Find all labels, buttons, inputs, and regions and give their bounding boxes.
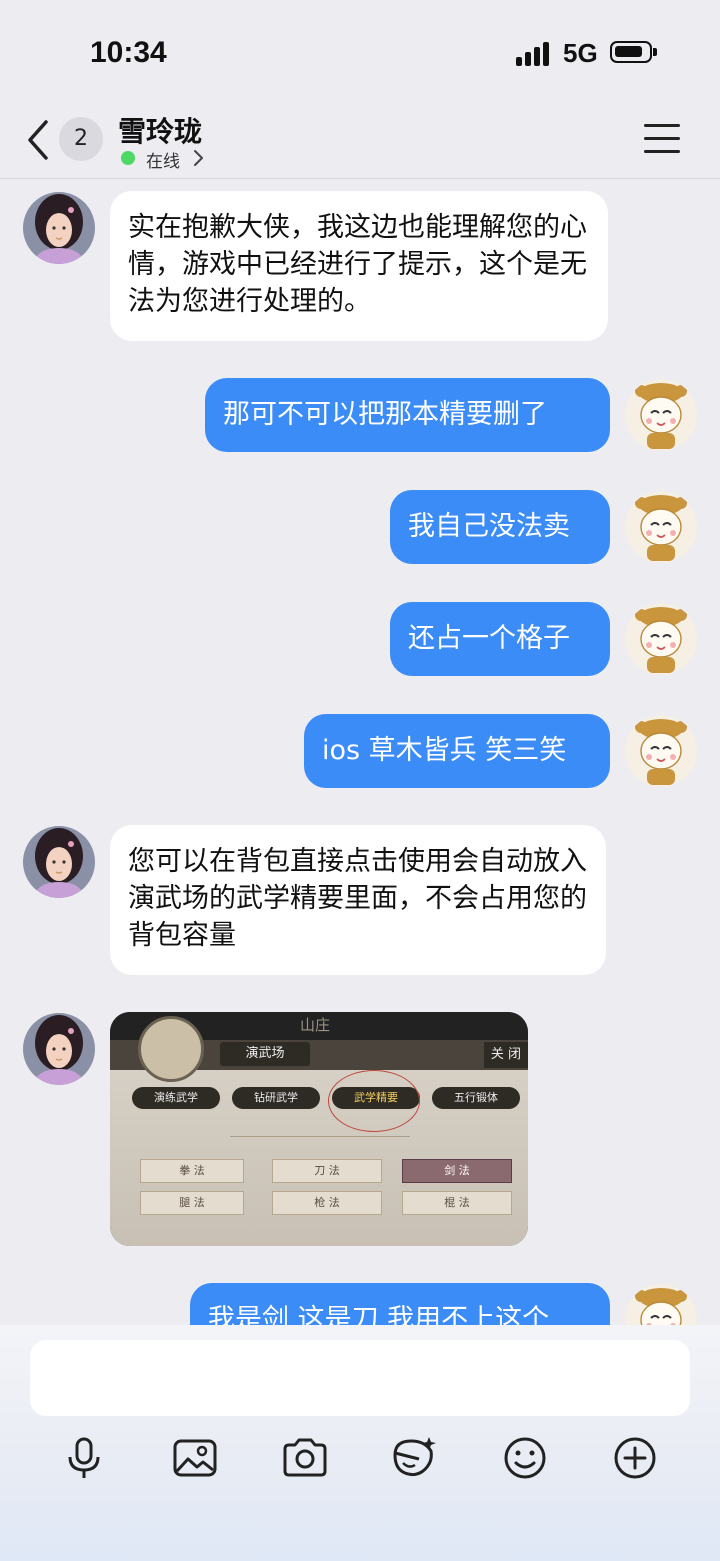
game-tab: 钻研武学	[232, 1087, 320, 1109]
chat-header: 2 雪玲珑 在线	[0, 100, 720, 179]
online-indicator	[121, 151, 135, 165]
status-bar: 10:34 5G	[0, 0, 720, 100]
game-close-button: 关 闭	[484, 1042, 528, 1068]
game-category: 枪 法	[272, 1191, 382, 1215]
composer	[0, 1325, 720, 1561]
microphone-icon[interactable]	[59, 1433, 109, 1483]
contact-name[interactable]: 雪玲珑	[118, 110, 202, 150]
sticker-icon[interactable]	[389, 1433, 439, 1483]
game-category: 刀 法	[272, 1159, 382, 1183]
game-category: 棍 法	[402, 1191, 512, 1215]
game-map-icon	[138, 1016, 204, 1082]
message-list[interactable]: 实在抱歉大侠，我这边也能理解您的心情，游戏中已经进行了提示，这个是无法为您进行处…	[0, 179, 720, 1325]
image-message[interactable]: 山庄 演武场 关 闭 演练武学 钻研武学 武学精要 五行锻体 拳 法 刀 法 剑…	[110, 1012, 528, 1246]
unread-badge[interactable]: 2	[59, 117, 103, 161]
red-circle-highlight	[328, 1070, 420, 1132]
message-bubble-outgoing[interactable]: 还占一个格子	[390, 602, 610, 676]
user-avatar[interactable]	[625, 603, 697, 675]
online-status[interactable]: 在线	[146, 147, 180, 172]
agent-avatar[interactable]	[23, 826, 95, 898]
game-panel-title: 演武场	[220, 1042, 310, 1066]
image-icon[interactable]	[170, 1433, 220, 1483]
game-top-label: 山庄	[300, 1016, 331, 1034]
message-bubble-outgoing[interactable]: ios 草木皆兵 笑三笑	[304, 714, 610, 788]
message-bubble-outgoing[interactable]: 我自己没法卖	[390, 490, 610, 564]
message-bubble-outgoing[interactable]: 那可不可以把那本精要删了	[205, 378, 610, 452]
game-category: 腿 法	[140, 1191, 244, 1215]
game-divider	[230, 1136, 410, 1137]
game-tab: 五行锻体	[432, 1087, 520, 1109]
camera-icon[interactable]	[280, 1433, 330, 1483]
user-avatar[interactable]	[625, 1284, 697, 1325]
user-avatar[interactable]	[625, 715, 697, 787]
plus-icon[interactable]	[610, 1433, 660, 1483]
user-avatar[interactable]	[625, 491, 697, 563]
user-avatar[interactable]	[625, 379, 697, 451]
message-bubble-incoming[interactable]: 您可以在背包直接点击使用会自动放入演武场的武学精要里面，不会占用您的背包容量	[110, 825, 606, 975]
game-category: 拳 法	[140, 1159, 244, 1183]
status-time: 10:34	[90, 36, 167, 69]
battery-icon	[610, 41, 657, 63]
back-icon[interactable]	[24, 118, 54, 162]
game-category-selected: 剑 法	[402, 1159, 512, 1183]
agent-avatar[interactable]	[23, 192, 95, 264]
agent-avatar[interactable]	[23, 1013, 95, 1085]
message-bubble-outgoing[interactable]: 我是剑 这是刀 我用不上这个	[190, 1283, 610, 1325]
chevron-right-icon[interactable]	[192, 149, 206, 167]
message-input[interactable]	[30, 1340, 690, 1416]
game-tab: 演练武学	[132, 1087, 220, 1109]
signal-icon	[516, 42, 554, 66]
message-bubble-incoming[interactable]: 实在抱歉大侠，我这边也能理解您的心情，游戏中已经进行了提示，这个是无法为您进行处…	[110, 191, 608, 341]
menu-icon[interactable]	[644, 124, 680, 154]
network-type: 5G	[563, 38, 598, 68]
emoji-icon[interactable]	[500, 1433, 550, 1483]
